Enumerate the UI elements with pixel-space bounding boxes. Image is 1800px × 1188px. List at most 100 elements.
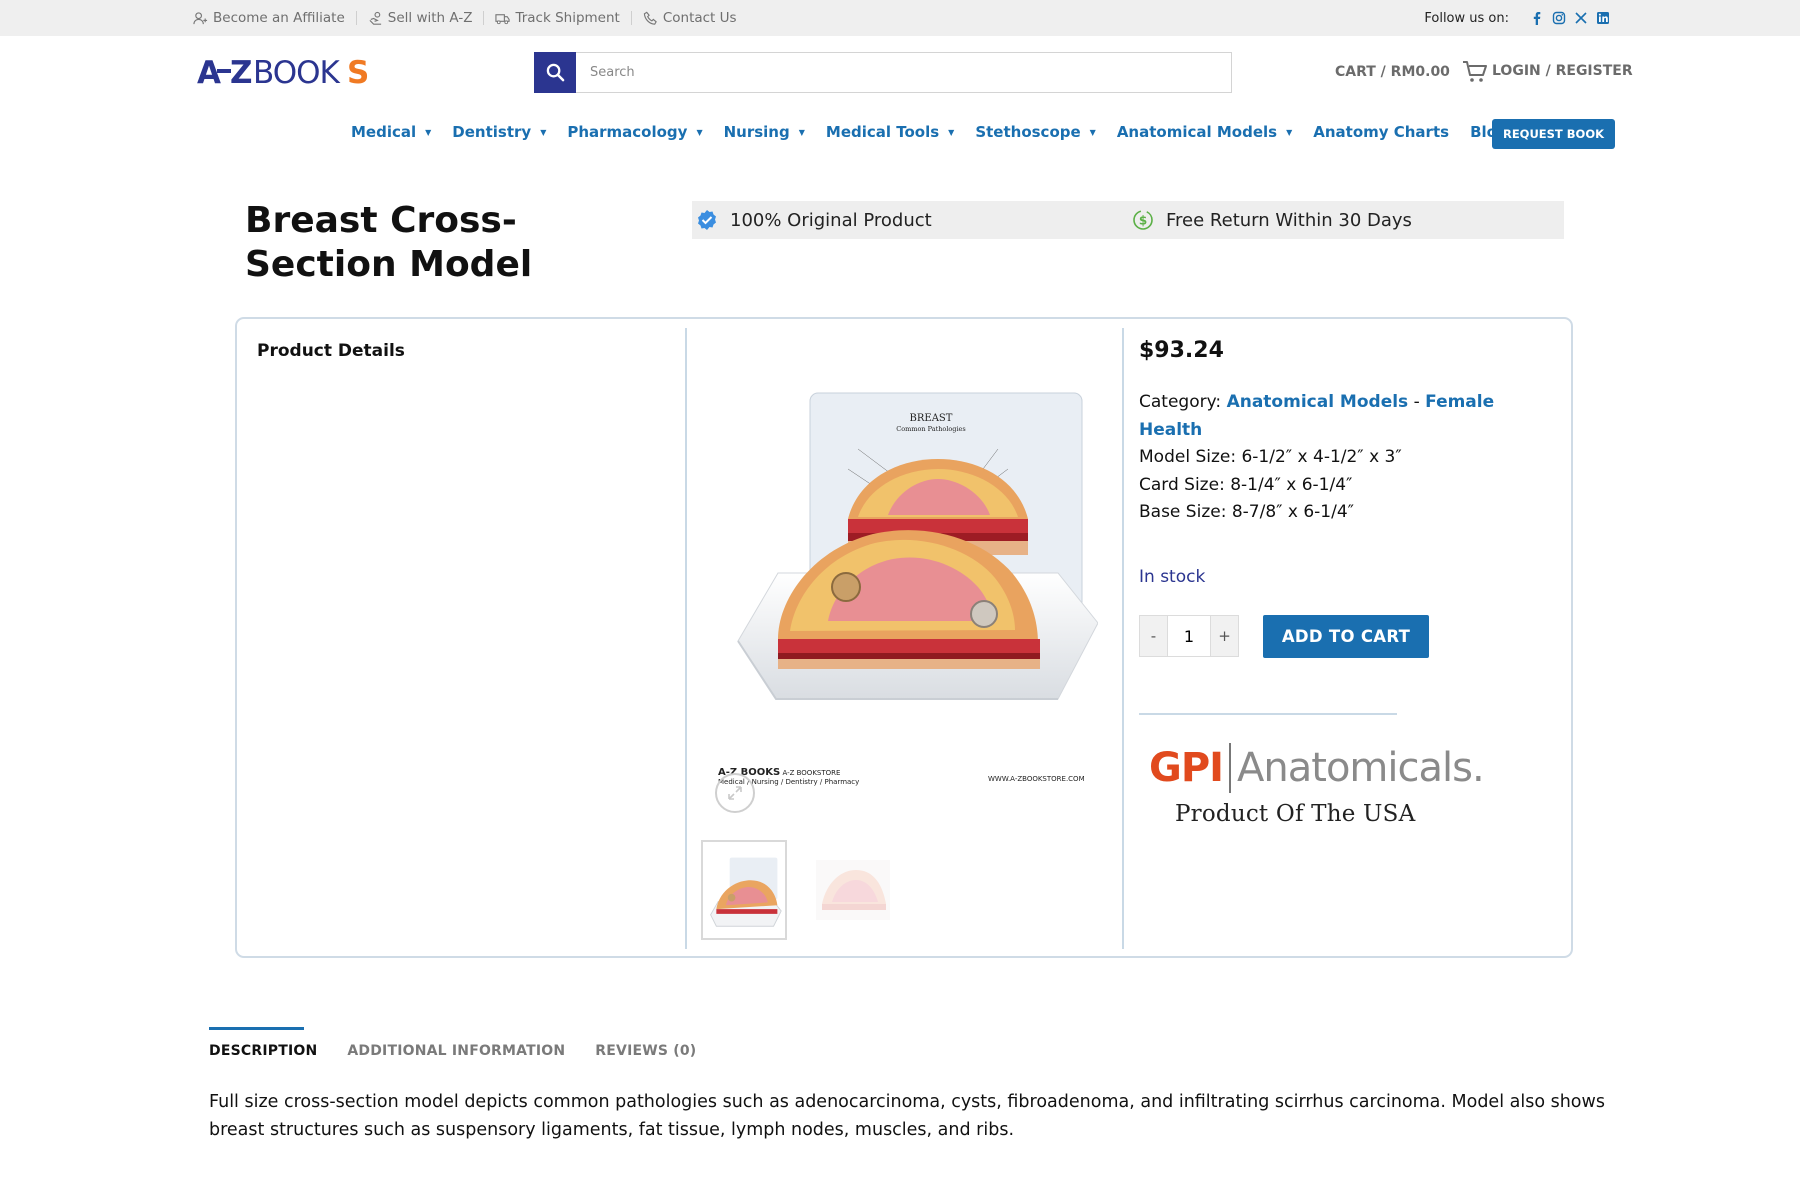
contact-us-label: Contact Us: [662, 10, 737, 26]
facebook-icon[interactable]: [1530, 11, 1544, 25]
caret-down-icon: ▼: [425, 127, 432, 137]
nav-pharmacology[interactable]: Pharmacology ▼: [567, 123, 702, 141]
caret-down-icon: ▼: [948, 127, 955, 137]
spec-model-size: Model Size: 6-1/2″ x 4-1/2″ x 3″: [1139, 447, 1402, 467]
nav-nursing[interactable]: Nursing ▼: [724, 123, 805, 141]
cart-link[interactable]: CART / RM0.00: [1335, 60, 1488, 84]
add-to-cart-button[interactable]: ADD TO CART: [1263, 615, 1429, 658]
caret-down-icon: ▼: [798, 127, 805, 137]
product-card: Product Details BREAST Common Pathologie…: [235, 317, 1573, 958]
image-card-subtitle: Common Pathologies: [896, 425, 965, 433]
caret-down-icon: ▼: [1089, 127, 1096, 137]
nav-medical[interactable]: Medical ▼: [351, 123, 431, 141]
svg-text:Z: Z: [230, 55, 252, 89]
brand-name: GPI Anatomicals.: [1149, 743, 1485, 793]
phone-icon: [643, 11, 657, 25]
quantity-stepper: - +: [1139, 615, 1239, 657]
stock-status: In stock: [1139, 567, 1206, 587]
product-price: $93.24: [1139, 338, 1224, 363]
search-input[interactable]: [576, 53, 1231, 92]
zoom-button[interactable]: [715, 773, 755, 813]
instagram-icon[interactable]: [1552, 11, 1566, 25]
site-logo[interactable]: A Z BOOK S: [197, 53, 397, 89]
verified-icon: [698, 210, 716, 230]
tab-description[interactable]: DESCRIPTION: [209, 1027, 317, 1059]
nav-dentistry[interactable]: Dentistry ▼: [452, 123, 546, 141]
product-thumbnail[interactable]: [701, 840, 787, 940]
nav-label: Medical: [351, 123, 417, 141]
top-bar: Become an Affiliate Sell with A-Z Track …: [0, 0, 1800, 36]
nav-label: Anatomy Charts: [1313, 123, 1450, 141]
search-button[interactable]: [534, 52, 576, 93]
sell-icon: [369, 11, 381, 25]
search-bar: [534, 52, 1232, 93]
caret-down-icon: ▼: [540, 127, 547, 137]
category-line: Category: Anatomical Models - Female Hea…: [1139, 389, 1499, 444]
track-shipment-link[interactable]: Track Shipment: [495, 10, 620, 26]
quantity-decrease-button[interactable]: -: [1140, 616, 1167, 656]
contact-us-link[interactable]: Contact Us: [643, 10, 737, 26]
badge-original: 100% Original Product: [696, 201, 932, 239]
main-nav: Medical ▼ Dentistry ▼ Pharmacology ▼ Nursin…: [351, 123, 1538, 141]
nav-stethoscope[interactable]: Stethoscope ▼: [975, 123, 1096, 141]
svg-text:$: $: [1139, 214, 1147, 228]
brand-logo: GPI Anatomicals. Product Of The USA: [1149, 743, 1485, 827]
nav-label: Medical Tools: [825, 123, 940, 141]
divider-line: [1139, 713, 1397, 715]
quantity-input[interactable]: [1167, 616, 1211, 656]
truck-icon: [495, 13, 511, 24]
product-title: Breast Cross-Section Model: [245, 200, 533, 285]
follow-us: Follow us on:: [1424, 0, 1610, 36]
affiliate-icon: [193, 11, 208, 24]
brand-separator: [1229, 743, 1232, 793]
thumbnail-image: [710, 857, 782, 927]
category-label: Category:: [1139, 392, 1222, 412]
column-divider: [685, 328, 687, 949]
image-card-title: BREAST: [910, 413, 953, 424]
category-separator: -: [1413, 392, 1420, 412]
request-book-button[interactable]: REQUEST BOOK: [1492, 119, 1615, 149]
tab-additional-information[interactable]: ADDITIONAL INFORMATION: [347, 1027, 565, 1059]
nav-label: Stethoscope: [975, 123, 1081, 141]
product-thumbnail[interactable]: [810, 840, 896, 940]
become-affiliate-link[interactable]: Become an Affiliate: [193, 10, 345, 26]
svg-text:S: S: [347, 55, 369, 89]
spec-base-size: Base Size: 8-7/8″ x 6-1/4″: [1139, 502, 1355, 522]
product-description: Full size cross-section model depicts co…: [209, 1092, 1605, 1140]
login-register-link[interactable]: LOGIN / REGISTER: [1492, 63, 1633, 79]
nav-medical-tools[interactable]: Medical Tools ▼: [826, 123, 954, 141]
nav-label: Pharmacology: [567, 123, 688, 141]
expand-icon: [728, 786, 742, 800]
x-icon[interactable]: [1574, 11, 1588, 25]
caret-down-icon: ▼: [696, 127, 703, 137]
search-icon: [546, 63, 564, 82]
money-return-icon: $: [1133, 210, 1153, 230]
tab-reviews[interactable]: REVIEWS (0): [595, 1027, 696, 1059]
product-main-image[interactable]: BREAST Common Pathologies: [698, 389, 1098, 719]
brand-name-bold: GPI: [1149, 745, 1224, 791]
caret-down-icon: ▼: [1286, 127, 1293, 137]
thumbnail-image: [816, 860, 890, 920]
separator: [630, 11, 632, 25]
nav-anatomy-charts[interactable]: Anatomy Charts: [1313, 123, 1449, 141]
brand-name-light: Anatomicals.: [1237, 745, 1485, 791]
brand-tagline: Product Of The USA: [1175, 801, 1416, 827]
quantity-increase-button[interactable]: +: [1211, 616, 1238, 656]
become-affiliate-label: Become an Affiliate: [213, 10, 345, 26]
nav-anatomical-models[interactable]: Anatomical Models ▼: [1117, 123, 1292, 141]
spec-card-size: Card Size: 8-1/4″ x 6-1/4″: [1139, 474, 1353, 495]
nav-label: Nursing: [723, 123, 790, 141]
column-divider: [1122, 328, 1124, 949]
badge-original-label: 100% Original Product: [730, 209, 932, 231]
image-watermark-right: WWW.A-ZBOOKSTORE.COM: [988, 775, 1085, 783]
product-specs: Category: Anatomical Models - Female Hea…: [1139, 389, 1499, 527]
sell-with-az-link[interactable]: Sell with A-Z: [368, 10, 472, 26]
cart-icon: [1462, 61, 1487, 82]
separator: [355, 11, 357, 25]
nav-label: Dentistry: [452, 123, 532, 141]
trust-badges: 100% Original Product $ Free Return With…: [692, 201, 1564, 239]
linkedin-icon[interactable]: [1596, 11, 1610, 25]
top-links: Become an Affiliate Sell with A-Z Track …: [193, 0, 737, 36]
product-tabs: DESCRIPTION ADDITIONAL INFORMATION REVIE…: [209, 1027, 726, 1059]
category-link-anatomical-models[interactable]: Anatomical Models: [1227, 392, 1409, 412]
